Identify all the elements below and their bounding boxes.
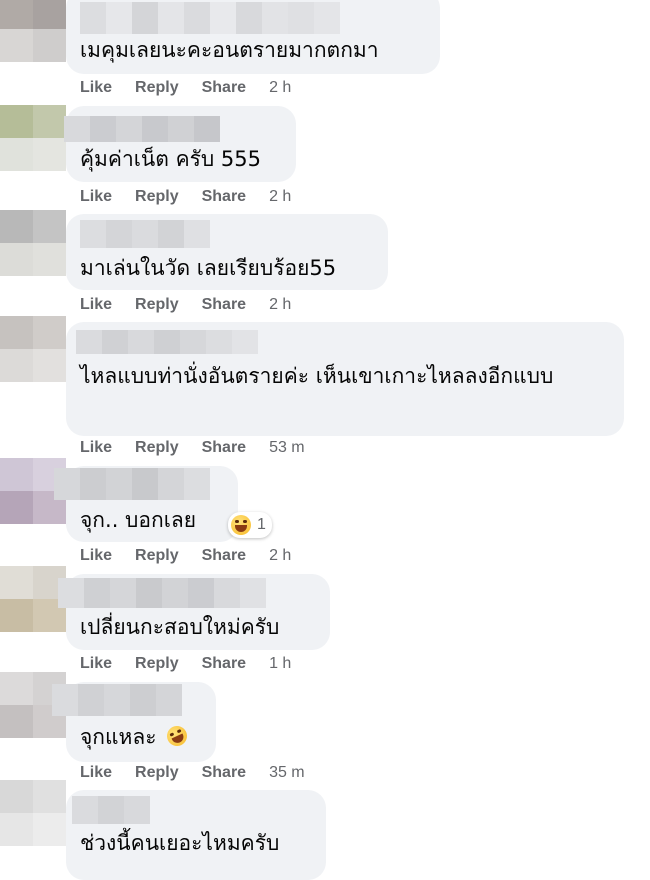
like-button[interactable]: Like	[80, 296, 112, 314]
author-name-blurred[interactable]	[80, 2, 340, 34]
rofl-emoji-icon	[163, 722, 191, 750]
share-button[interactable]: Share	[202, 655, 246, 673]
reaction-count: 1	[257, 516, 266, 533]
comment-text: จุก.. บอกเลย	[80, 508, 197, 532]
like-button[interactable]: Like	[80, 79, 112, 97]
reply-button[interactable]: Reply	[135, 296, 179, 314]
reply-button[interactable]: Reply	[135, 79, 179, 97]
avatar[interactable]	[0, 780, 66, 846]
comment-bubble: มาเล่นในวัด เลยเรียบร้อย55	[66, 214, 388, 290]
comment-bubble: จุก.. บอกเลย	[54, 466, 238, 542]
comment-bubble: ช่วงนี้คนเยอะไหมครับ	[66, 790, 326, 880]
comment-actions: Like Reply Share 2 h	[80, 188, 291, 206]
comment-bubble: ไหลแบบท่านั่งอันตรายค่ะ เห็นเขาเกาะไหลลง…	[66, 322, 624, 436]
reply-button[interactable]: Reply	[135, 439, 179, 457]
like-button[interactable]: Like	[80, 655, 112, 673]
timestamp[interactable]: 2 h	[269, 296, 291, 314]
avatar[interactable]	[0, 210, 66, 276]
timestamp[interactable]: 35 m	[269, 764, 305, 782]
like-button[interactable]: Like	[80, 439, 112, 457]
comment-text: ช่วงนี้คนเยอะไหมครับ	[80, 831, 280, 855]
comment-bubble: เมคุมเลยนะคะอนตรายมากตกมา	[66, 0, 440, 74]
comment-text: มาเล่นในวัด เลยเรียบร้อย55	[80, 256, 337, 280]
timestamp[interactable]: 1 h	[269, 655, 291, 673]
reply-button[interactable]: Reply	[135, 547, 179, 565]
author-name-blurred[interactable]	[64, 116, 220, 142]
comment-actions: Like Reply Share 2 h	[80, 79, 291, 97]
reply-button[interactable]: Reply	[135, 188, 179, 206]
share-button[interactable]: Share	[202, 296, 246, 314]
avatar[interactable]	[0, 316, 66, 382]
author-name-blurred[interactable]	[58, 578, 266, 608]
share-button[interactable]: Share	[202, 439, 246, 457]
reply-button[interactable]: Reply	[135, 655, 179, 673]
share-button[interactable]: Share	[202, 79, 246, 97]
comment-bubble: เปลี่ยนกะสอบใหม่ครับ	[58, 574, 330, 650]
timestamp[interactable]: 53 m	[269, 439, 305, 457]
comment-text: เปลี่ยนกะสอบใหม่ครับ	[80, 615, 280, 639]
comment-actions: Like Reply Share 35 m	[80, 764, 305, 782]
avatar[interactable]	[0, 105, 66, 171]
share-button[interactable]: Share	[202, 764, 246, 782]
share-button[interactable]: Share	[202, 547, 246, 565]
author-name-blurred[interactable]	[80, 220, 210, 248]
timestamp[interactable]: 2 h	[269, 79, 291, 97]
comment-bubble: คุ้มค่าเน็ต ครับ 555	[64, 106, 296, 182]
comment-text: เมคุมเลยนะคะอนตรายมากตกมา	[80, 38, 379, 62]
comment-text-body: จุกแหละ	[80, 725, 157, 749]
timestamp[interactable]: 2 h	[269, 188, 291, 206]
like-button[interactable]: Like	[80, 188, 112, 206]
comment-text: คุ้มค่าเน็ต ครับ 555	[80, 147, 261, 171]
comment-text: จุกแหละ	[80, 718, 191, 756]
author-name-blurred[interactable]	[72, 796, 150, 824]
author-name-blurred[interactable]	[54, 468, 210, 500]
comment-text: ไหลแบบท่านั่งอันตรายค่ะ เห็นเขาเกาะไหลลง…	[80, 364, 554, 388]
reaction-badge[interactable]: 1	[228, 512, 272, 538]
comment-actions: Like Reply Share 1 h	[80, 655, 291, 673]
timestamp[interactable]: 2 h	[269, 547, 291, 565]
comment-bubble: จุกแหละ	[52, 682, 216, 762]
comment-actions: Like Reply Share 2 h	[80, 296, 291, 314]
reply-button[interactable]: Reply	[135, 764, 179, 782]
avatar[interactable]	[0, 566, 66, 632]
author-name-blurred[interactable]	[76, 330, 258, 354]
comment-actions: Like Reply Share 53 m	[80, 439, 305, 457]
share-button[interactable]: Share	[202, 188, 246, 206]
author-name-blurred[interactable]	[52, 684, 182, 716]
like-button[interactable]: Like	[80, 547, 112, 565]
avatar[interactable]	[0, 0, 66, 62]
haha-emoji-icon	[231, 515, 251, 535]
comment-actions: Like Reply Share 2 h	[80, 547, 291, 565]
like-button[interactable]: Like	[80, 764, 112, 782]
